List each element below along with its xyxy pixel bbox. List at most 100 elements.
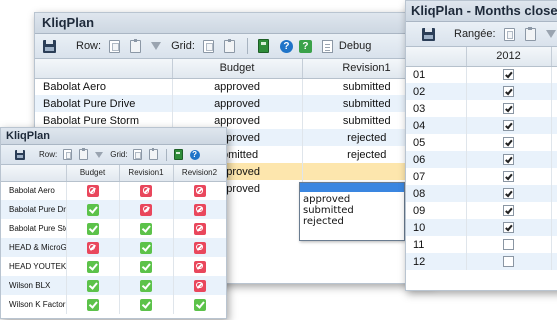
- approved-check-icon[interactable]: [86, 260, 99, 273]
- save-icon[interactable]: [43, 39, 56, 53]
- status-cell[interactable]: [172, 276, 226, 295]
- month-row[interactable]: 04: [406, 117, 557, 134]
- copy-grid-icon[interactable]: [132, 149, 142, 160]
- calculator-icon[interactable]: [173, 149, 183, 160]
- rejected-icon[interactable]: [86, 184, 99, 197]
- closed-checkbox[interactable]: [503, 154, 514, 166]
- dropdown-option[interactable]: rejected: [303, 216, 402, 227]
- status-cell[interactable]: [65, 181, 119, 200]
- closed-checkbox[interactable]: [503, 86, 514, 98]
- table-row[interactable]: Wilson K Factor: [1, 295, 226, 314]
- rejected-icon[interactable]: [193, 184, 206, 197]
- month-row[interactable]: 08: [406, 185, 557, 202]
- status-cell[interactable]: [118, 181, 173, 200]
- rejected-icon[interactable]: [86, 241, 99, 254]
- status-cell[interactable]: [118, 200, 173, 219]
- rejected-icon[interactable]: [193, 260, 206, 273]
- table-row[interactable]: Babolat Pure Drive approved submitted: [35, 95, 431, 112]
- approved-check-icon[interactable]: [140, 260, 152, 273]
- filter-icon[interactable]: [95, 151, 104, 158]
- save-icon[interactable]: [422, 27, 435, 41]
- question-green-icon[interactable]: ?: [298, 39, 312, 53]
- table-row[interactable]: HEAD & MicroGe: [1, 238, 226, 257]
- rejected-icon[interactable]: [193, 279, 206, 292]
- closed-checkbox[interactable]: [503, 222, 514, 234]
- month-row[interactable]: 03: [406, 100, 557, 117]
- status-cell[interactable]: [172, 257, 226, 276]
- table-row[interactable]: Babolat Pure Driv: [1, 200, 226, 219]
- rejected-icon[interactable]: [193, 241, 206, 254]
- dropdown-option[interactable]: submitted: [303, 205, 402, 216]
- status-cell[interactable]: [118, 238, 173, 257]
- status-cell[interactable]: [65, 238, 119, 257]
- approved-check-icon[interactable]: [86, 203, 99, 216]
- approved-check-icon[interactable]: [140, 222, 152, 235]
- filter-icon[interactable]: [151, 42, 162, 50]
- copy-row-icon[interactable]: [109, 39, 121, 53]
- month-row[interactable]: 02: [406, 83, 557, 100]
- column-header-revision2[interactable]: Revision2: [173, 165, 226, 182]
- paste-row-icon[interactable]: [79, 148, 89, 160]
- status-cell[interactable]: [118, 276, 173, 295]
- paste-grid-icon[interactable]: [148, 148, 158, 160]
- dropdown-selected[interactable]: [300, 183, 404, 192]
- column-header-budget[interactable]: Budget: [66, 165, 120, 182]
- dropdown-option[interactable]: approved: [303, 194, 402, 205]
- paste-grid-icon[interactable]: [223, 38, 235, 53]
- month-row[interactable]: 07: [406, 168, 557, 185]
- status-cell[interactable]: [118, 257, 173, 276]
- status-cell[interactable]: [172, 238, 226, 257]
- table-row[interactable]: Babolat Pure Sto: [1, 219, 226, 238]
- status-cell[interactable]: [65, 219, 119, 238]
- month-row[interactable]: 12: [406, 253, 557, 270]
- status-cell[interactable]: [172, 200, 226, 219]
- table-row[interactable]: Babolat Aero approved submitted: [35, 78, 431, 95]
- month-row[interactable]: 05: [406, 134, 557, 151]
- month-row[interactable]: 01: [406, 66, 557, 83]
- status-cell[interactable]: [172, 295, 226, 314]
- paste-row-icon[interactable]: [524, 26, 536, 41]
- copy-row-icon[interactable]: [503, 27, 515, 41]
- approved-check-icon[interactable]: [86, 298, 99, 311]
- approved-check-icon[interactable]: [86, 279, 99, 292]
- approved-check-icon[interactable]: [140, 298, 152, 311]
- status-cell[interactable]: [172, 219, 226, 238]
- month-row[interactable]: 09: [406, 202, 557, 219]
- paste-row-icon[interactable]: [130, 38, 142, 53]
- column-header-budget[interactable]: Budget: [172, 59, 303, 79]
- status-cell[interactable]: [172, 181, 226, 200]
- debug-button[interactable]: Debug: [339, 40, 371, 52]
- status-cell[interactable]: [118, 295, 173, 314]
- status-cell[interactable]: [65, 276, 119, 295]
- closed-checkbox[interactable]: [503, 120, 514, 132]
- help-icon[interactable]: ?: [189, 149, 200, 160]
- month-row[interactable]: 10: [406, 219, 557, 236]
- closed-checkbox[interactable]: [503, 69, 514, 81]
- closed-checkbox[interactable]: [503, 171, 514, 183]
- status-cell[interactable]: approved: [171, 78, 302, 95]
- closed-checkbox[interactable]: [503, 256, 514, 268]
- table-row[interactable]: Wilson BLX: [1, 276, 226, 295]
- rejected-icon[interactable]: [193, 222, 206, 235]
- table-row[interactable]: Babolat Aero: [1, 181, 226, 200]
- closed-checkbox[interactable]: [503, 188, 514, 200]
- debug-icon[interactable]: [321, 39, 333, 53]
- copy-grid-icon[interactable]: [202, 39, 214, 53]
- month-row[interactable]: 06: [406, 151, 557, 168]
- closed-checkbox[interactable]: [503, 103, 514, 115]
- status-dropdown[interactable]: approved submitted rejected: [299, 182, 405, 241]
- closed-checkbox[interactable]: [503, 239, 514, 251]
- approved-check-icon[interactable]: [86, 222, 99, 235]
- column-header-revision1[interactable]: Revision1: [119, 165, 174, 182]
- closed-checkbox[interactable]: [503, 137, 514, 149]
- status-cell[interactable]: [65, 295, 119, 314]
- calculator-icon[interactable]: [257, 39, 269, 53]
- status-cell[interactable]: [118, 219, 173, 238]
- rejected-icon[interactable]: [140, 203, 152, 216]
- table-row[interactable]: HEAD YOUTEK: [1, 257, 226, 276]
- filter-icon[interactable]: [545, 30, 556, 38]
- approved-check-icon[interactable]: [140, 279, 152, 292]
- column-header-year[interactable]: 2012: [466, 47, 552, 67]
- rejected-icon[interactable]: [140, 184, 152, 197]
- status-cell[interactable]: [65, 200, 119, 219]
